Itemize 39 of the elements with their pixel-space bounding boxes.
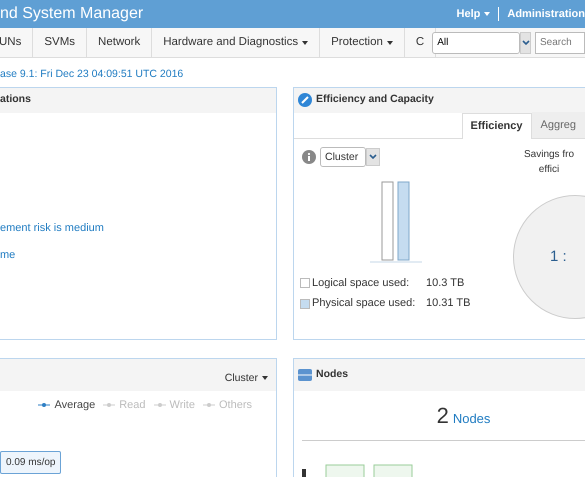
nav-tab[interactable]: Network — [87, 28, 152, 57]
line-marker-icon — [154, 402, 166, 408]
legend-value: 10.31 TB — [426, 296, 470, 312]
dropdown-button[interactable] — [366, 148, 380, 166]
tab[interactable]: Efficiency — [462, 113, 532, 139]
search-field[interactable]: Search — [535, 32, 585, 54]
panel-title: Nodes — [316, 366, 348, 382]
savings-text: effici — [538, 162, 560, 177]
legend-label: Physical space used: — [312, 296, 416, 312]
notification-link[interactable]: ement risk is medium — [0, 220, 276, 236]
legend-label: Logical space used: — [312, 276, 410, 291]
legend-item[interactable]: Average — [38, 396, 96, 414]
legend-value: 10.3 TB — [426, 276, 464, 291]
notification-link[interactable]: me — [0, 247, 276, 264]
nav-tab[interactable]: UNs — [0, 28, 34, 57]
nav-tab[interactable]: SVMs — [33, 28, 88, 57]
line-marker-icon — [103, 402, 116, 408]
tooltip-value: 0.09 ms/op — [0, 450, 62, 474]
nodes-link[interactable]: Nodes — [452, 408, 490, 428]
nav-tab[interactable]: Protection — [320, 28, 405, 57]
scope-dropdown[interactable]: Cluster — [224, 371, 268, 387]
panel-title: ations — [0, 92, 31, 108]
chevron-icon — [522, 40, 530, 46]
tab[interactable]: Aggreg — [532, 112, 585, 138]
gauge-icon — [298, 93, 312, 108]
savings-text: Savings fro — [524, 148, 574, 162]
server-icon — [298, 368, 312, 381]
scope-field[interactable]: All — [432, 32, 520, 54]
ratio-text: 1 : — [550, 246, 567, 266]
node-count: 2 — [436, 402, 449, 430]
app-title: nd System Manager — [0, 4, 144, 24]
chevron-icon — [369, 154, 377, 160]
dropdown-button[interactable] — [520, 32, 531, 54]
version-text: ase 9.1: Fri Dec 23 04:09:51 UTC 2016 — [0, 67, 184, 82]
info-icon — [302, 150, 316, 164]
panel-title: Efficiency and Capacity — [316, 92, 434, 108]
line-marker-icon — [202, 402, 215, 408]
nav-tab[interactable]: Hardware and Diagnostics — [152, 28, 320, 57]
line-marker-icon — [38, 402, 50, 408]
